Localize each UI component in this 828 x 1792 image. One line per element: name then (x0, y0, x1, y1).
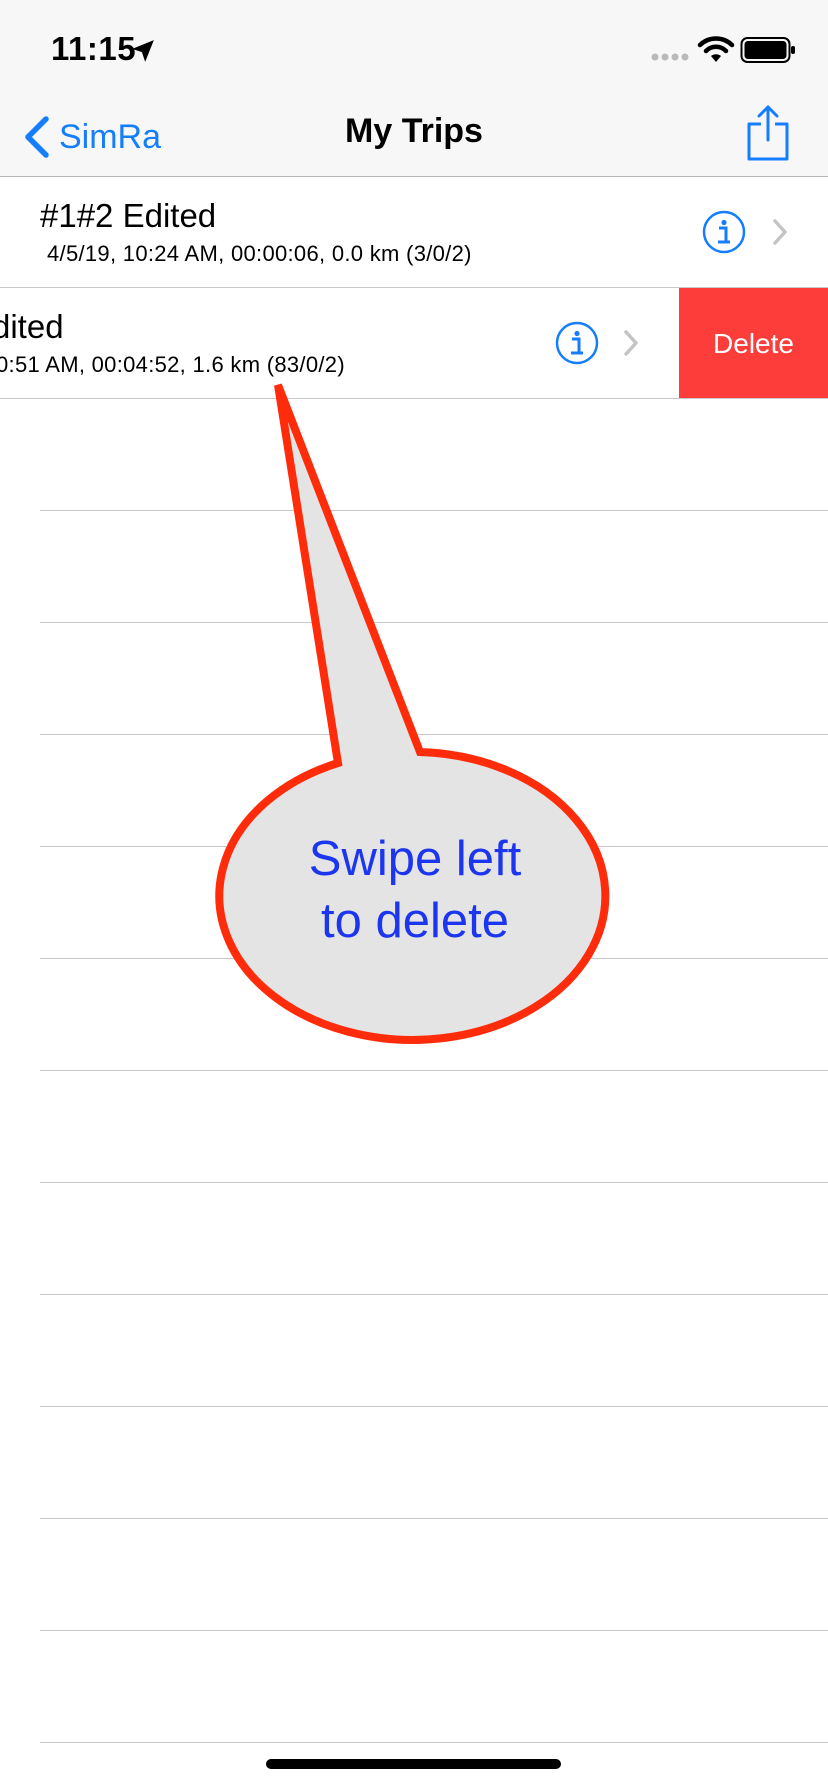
delete-button[interactable]: Delete (679, 288, 828, 399)
info-icon[interactable] (555, 321, 599, 365)
empty-row-divider (40, 1406, 828, 1407)
callout-line: Swipe left (308, 832, 522, 886)
empty-row-divider (40, 958, 828, 959)
location-arrow-icon (132, 40, 154, 62)
chevron-right-icon (624, 330, 638, 356)
page-title: My Trips (345, 112, 483, 150)
signal-icon (651, 53, 689, 61)
trip-details: 4/5/19, 10:24 AM, 00:00:06, 0.0 km (3/0/… (47, 241, 472, 266)
navigation-bar: SimRa My Trips (0, 100, 828, 177)
home-indicator[interactable] (266, 1759, 561, 1769)
status-time: 11:15 (51, 30, 137, 67)
share-icon[interactable] (746, 104, 790, 162)
wifi-icon (697, 36, 735, 62)
empty-row-divider (40, 1070, 828, 1071)
empty-row-divider (40, 1630, 828, 1631)
empty-row-divider (40, 510, 828, 511)
empty-row-divider (40, 734, 828, 735)
trip-details: 0:51 AM, 00:04:52, 1.6 km (83/0/2) (0, 352, 345, 377)
callout-text: Swipe left to delete (250, 828, 580, 952)
callout-line: to delete (321, 894, 509, 948)
empty-row-divider (40, 1294, 828, 1295)
trip-title: dited (0, 308, 64, 345)
empty-row-divider (40, 1182, 828, 1183)
empty-row-divider (40, 1742, 828, 1743)
trip-row-swiped[interactable]: dited 0:51 AM, 00:04:52, 1.6 km (83/0/2)… (0, 288, 828, 399)
status-bar: 11:15 (0, 0, 828, 100)
info-icon[interactable] (702, 210, 746, 254)
trip-row[interactable]: #1#2 Edited 4/5/19, 10:24 AM, 00:00:06, … (0, 177, 828, 288)
empty-row-divider (40, 622, 828, 623)
trip-title: #1#2 Edited (40, 197, 217, 234)
chevron-right-icon (773, 219, 787, 245)
row-divider (0, 398, 828, 399)
battery-icon (740, 37, 795, 63)
empty-row-divider (40, 1518, 828, 1519)
